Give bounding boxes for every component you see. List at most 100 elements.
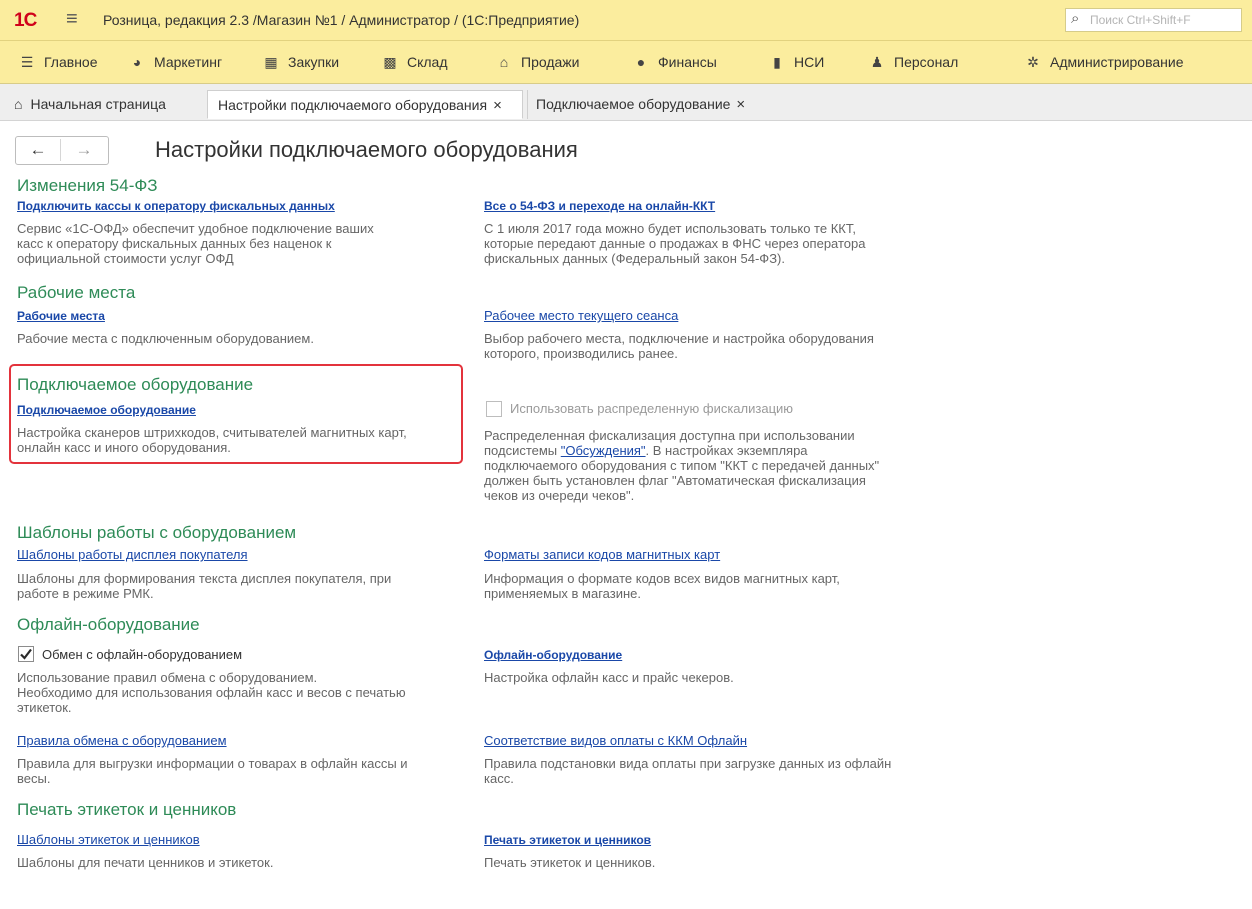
offline-equipment-description: Настройка офлайн касс и прайс чекеров.: [484, 670, 734, 685]
desc-text: подсистемы: [484, 443, 561, 458]
desc-line: Шаблоны для формирования текста дисплея …: [17, 571, 392, 586]
back-button[interactable]: ←: [16, 139, 61, 161]
marketing-icon: ◕: [132, 54, 142, 70]
menu-item-purchases[interactable]: ▦ Закупки: [262, 54, 339, 71]
workplaces-link[interactable]: Рабочие места: [17, 309, 105, 323]
magnetic-card-formats-link[interactable]: Форматы записи кодов магнитных карт: [484, 547, 720, 562]
menu-item-reference[interactable]: ▮ НСИ: [768, 54, 824, 71]
workplaces-description: Рабочие места с подключенным оборудовани…: [17, 331, 314, 346]
menu-item-sales[interactable]: ⌂ Продажи: [495, 54, 580, 70]
forward-button[interactable]: →: [62, 139, 106, 161]
desc-line: официальной стоимости услуг ОФД: [17, 251, 234, 266]
label-templates-link[interactable]: Шаблоны этикеток и ценников: [17, 832, 200, 847]
connect-ofd-description: Сервис «1С-ОФД» обеспечит удобное подклю…: [17, 221, 374, 266]
section-heading-workplaces: Рабочие места: [17, 283, 136, 302]
title-bar: 1С ≡ Розница, редакция 2.3 /Магазин №1 /…: [0, 0, 1252, 41]
menu-item-marketing[interactable]: ◕ Маркетинг: [128, 54, 222, 70]
page-title: Настройки подключаемого оборудования: [155, 137, 578, 162]
desc-line: С 1 июля 2017 года можно будет использов…: [484, 221, 856, 236]
desc-line: которые передают данные о продажах в ФНС…: [484, 236, 866, 251]
exchange-rules-link[interactable]: Правила обмена с оборудованием: [17, 733, 227, 748]
purchases-icon: ▦: [264, 54, 278, 70]
menu-item-personnel[interactable]: ♟ Персонал: [868, 54, 959, 71]
current-session-workplace-link[interactable]: Рабочее место текущего сеанса: [484, 308, 678, 323]
menu-item-warehouse[interactable]: ▩ Склад: [381, 54, 448, 71]
search-input[interactable]: ⌕ Поиск Ctrl+Shift+F: [1065, 8, 1242, 32]
desc-line: Настройка сканеров штрихкодов, считывате…: [17, 425, 407, 440]
menu-item-label: Маркетинг: [154, 54, 223, 70]
close-icon[interactable]: ×: [736, 96, 745, 113]
tab-connected-equipment[interactable]: Подключаемое оборудование ×: [527, 90, 765, 119]
person-icon: ♟: [870, 54, 884, 70]
current-session-workplace-description: Выбор рабочего места, подключение и наст…: [484, 331, 874, 361]
discussions-link[interactable]: "Обсуждения": [561, 443, 646, 458]
menu-item-main[interactable]: ☰ Главное: [18, 54, 98, 71]
desc-line: онлайн касс и иного оборудования.: [17, 440, 231, 455]
about-54fz-link[interactable]: Все о 54-ФЗ и переходе на онлайн-ККТ: [484, 199, 715, 213]
connect-ofd-link[interactable]: Подключить кассы к оператору фискальных …: [17, 199, 335, 213]
close-icon[interactable]: ×: [493, 97, 502, 114]
desc-line: Необходимо для использования офлайн касс…: [17, 685, 406, 700]
about-54fz-description: С 1 июля 2017 года можно будет использов…: [484, 221, 866, 266]
desc-line: должен быть установлен флаг "Автоматичес…: [484, 473, 866, 488]
desc-line: Правила подстановки вида оплаты при загр…: [484, 756, 892, 771]
customer-display-templates-link[interactable]: Шаблоны работы дисплея покупателя: [17, 547, 248, 562]
desc-line: работе в режиме РМК.: [17, 586, 154, 601]
offline-equipment-link[interactable]: Офлайн-оборудование: [484, 648, 622, 662]
menu-item-label: Закупки: [288, 54, 340, 70]
desc-line: этикеток.: [17, 700, 72, 715]
menu-item-label: Продажи: [521, 54, 580, 70]
tab-equipment-settings[interactable]: Настройки подключаемого оборудования ×: [207, 90, 523, 119]
section-heading-54fz: Изменения 54-ФЗ: [17, 176, 158, 195]
tab-home[interactable]: ⌂ Начальная страница: [14, 90, 166, 119]
main-menu-icon[interactable]: ≡: [66, 8, 78, 31]
sales-icon: ⌂: [499, 54, 509, 70]
1c-logo: 1С: [14, 10, 37, 31]
label-templates-description: Шаблоны для печати ценников и этикеток.: [17, 855, 273, 870]
desc-line: фискальных данных (Федеральный закон 54-…: [484, 251, 785, 266]
warehouse-icon: ▩: [383, 54, 397, 70]
menu-item-administration[interactable]: ✲ Администрирование: [1024, 54, 1184, 71]
magnetic-card-formats-description: Информация о формате кодов всех видов ма…: [484, 571, 840, 601]
gear-icon: ✲: [1027, 54, 1039, 70]
offline-exchange-label: Обмен с офлайн-оборудованием: [42, 647, 243, 662]
section-heading-templates: Шаблоны работы с оборудованием: [17, 523, 297, 542]
desc-line: касс к оператору фискальных данных без н…: [17, 236, 332, 251]
desc-line: Сервис «1С-ОФД» обеспечит удобное подклю…: [17, 221, 374, 236]
print-labels-link[interactable]: Печать этикеток и ценников: [484, 833, 651, 847]
distributed-fiscalization-checkbox[interactable]: [486, 401, 502, 417]
menu-item-label: Администрирование: [1050, 54, 1184, 70]
distributed-fiscalization-description: Распределенная фискализация доступна при…: [484, 428, 879, 503]
finance-icon: ●: [636, 54, 646, 70]
desc-line: касс.: [484, 771, 514, 786]
payment-types-mapping-link[interactable]: Соответствие видов оплаты с ККМ Офлайн: [484, 733, 747, 748]
desc-line: Использование правил обмена с оборудован…: [17, 670, 318, 685]
search-placeholder: Поиск Ctrl+Shift+F: [1090, 13, 1191, 27]
tab-label: Настройки подключаемого оборудования: [218, 97, 488, 113]
desc-line: Рабочие места с подключенным оборудовани…: [17, 331, 314, 346]
search-icon: ⌕: [1071, 10, 1080, 27]
tab-label: Начальная страница: [30, 96, 166, 112]
desc-line: Выбор рабочего места, подключение и наст…: [484, 331, 874, 346]
desc-line: подключаемого оборудования с типом "ККТ …: [484, 458, 880, 473]
reference-icon: ▮: [773, 54, 781, 70]
section-heading-labels: Печать этикеток и ценников: [17, 800, 237, 819]
distributed-fiscalization-label: Использовать распределенную фискализацию: [510, 401, 794, 416]
window-title: Розница, редакция 2.3 /Магазин №1 / Адми…: [103, 12, 580, 28]
menu-item-label: Главное: [44, 54, 98, 70]
offline-exchange-description: Использование правил обмена с оборудован…: [17, 670, 406, 715]
menu-item-finance[interactable]: ● Финансы: [632, 54, 717, 70]
desc-line: которого, производились ранее.: [484, 346, 678, 361]
connected-equipment-link[interactable]: Подключаемое оборудование: [17, 403, 196, 417]
desc-line: Распределенная фискализация доступна при…: [484, 428, 855, 443]
tab-label: Подключаемое оборудование: [536, 96, 731, 112]
menu-item-label: Персонал: [894, 54, 959, 70]
menu-item-label: Склад: [407, 54, 448, 70]
desc-text: . В настройках экземпляра: [645, 443, 808, 458]
offline-exchange-checkbox[interactable]: [18, 646, 34, 662]
desc-line: применяемых в магазине.: [484, 586, 642, 601]
home-icon: ⌂: [14, 96, 23, 112]
section-heading-equipment: Подключаемое оборудование: [17, 375, 254, 394]
desc-line: весы.: [17, 771, 51, 786]
connected-equipment-description: Настройка сканеров штрихкодов, считывате…: [17, 425, 407, 455]
